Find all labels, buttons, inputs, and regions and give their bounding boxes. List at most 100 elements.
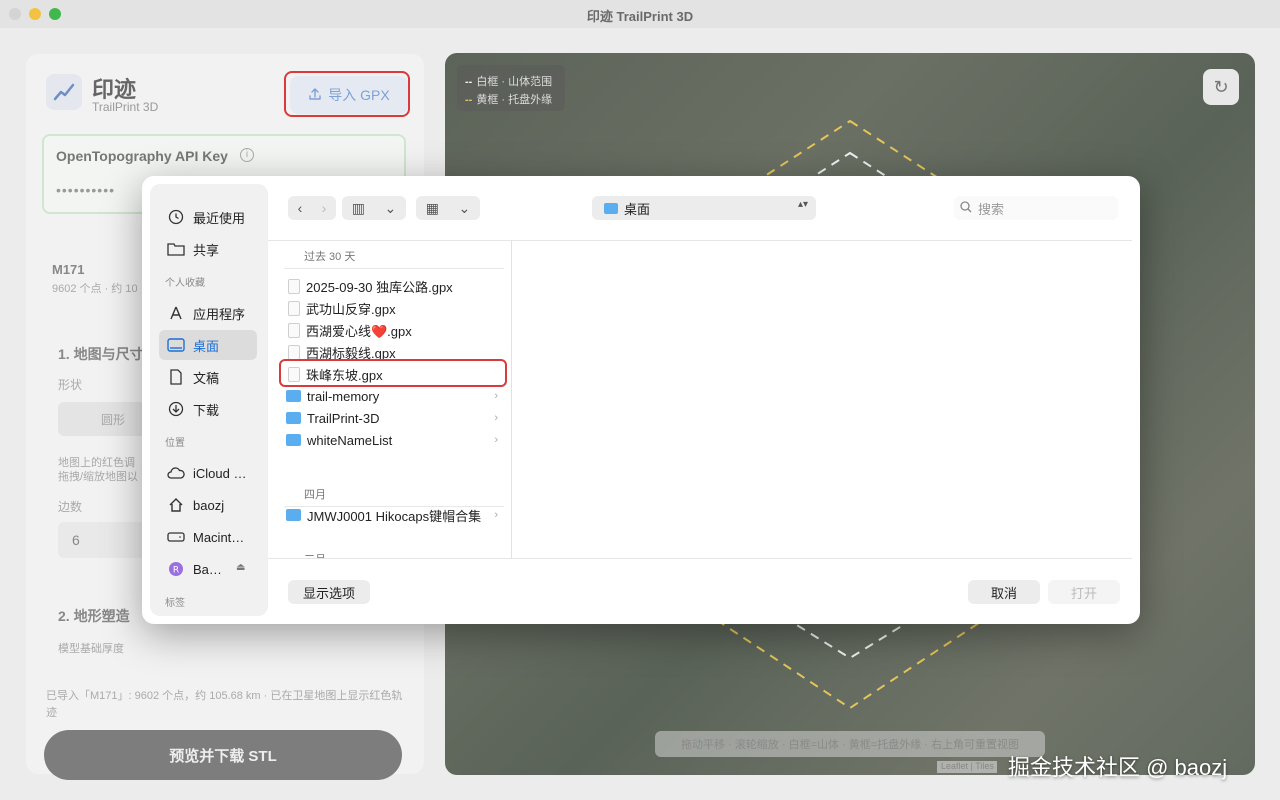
locations-header: 位置 bbox=[165, 438, 185, 449]
sidebar-item-label: 文稿 bbox=[193, 370, 220, 386]
api-key-title: OpenTopography API Key bbox=[56, 148, 228, 164]
sides-label: 边数 bbox=[58, 500, 83, 514]
home-icon bbox=[167, 496, 185, 514]
sidebar-item-label: Ba… bbox=[193, 561, 222, 577]
legend-white: -- 白框 · 山体范围 bbox=[465, 76, 553, 88]
track-info: 9602 个点 · 约 10 bbox=[52, 283, 138, 295]
file-highlight-box bbox=[279, 359, 507, 387]
reset-view-button[interactable]: ↻ bbox=[1203, 69, 1239, 105]
folder-name: trail-memory bbox=[307, 388, 380, 404]
map-legend: -- 白框 · 山体范围 -- 黄框 · 托盘外缘 bbox=[457, 65, 565, 111]
chevron-right-icon: › bbox=[494, 412, 498, 424]
folder-name: whiteNameList bbox=[307, 432, 393, 448]
sidebar-item-label: baozj bbox=[193, 497, 225, 513]
group-mode-button[interactable]: ▦ ⌄ bbox=[416, 196, 480, 220]
folder-icon bbox=[286, 434, 301, 446]
api-key-input[interactable]: •••••••••• bbox=[56, 182, 115, 198]
volume-icon: R bbox=[167, 560, 185, 578]
chevron-right-icon: › bbox=[494, 509, 498, 521]
hard-drive-icon bbox=[167, 528, 185, 546]
refresh-icon: ↻ bbox=[1213, 76, 1229, 97]
download-icon bbox=[167, 400, 185, 418]
map-attribution[interactable]: Leaflet | Tiles bbox=[937, 761, 997, 773]
import-status: 已导入「M171」: 9602 个点，约 105.68 km · 已在卫星地图上… bbox=[46, 690, 403, 719]
sidebar-item-home[interactable]: baozj bbox=[159, 490, 257, 520]
view-mode-button[interactable]: ▥ ⌄ bbox=[342, 196, 406, 220]
back-icon[interactable]: ‹ bbox=[298, 200, 303, 216]
chevron-down-icon: ⌄ bbox=[384, 199, 397, 216]
sidebar-item-disk[interactable]: Macint… bbox=[159, 522, 257, 552]
file-list-column: 过去 30 天 2025-09-30 独库公路.gpx 武功山反穿.gpx 西湖… bbox=[276, 240, 512, 558]
favorites-header: 个人收藏 bbox=[165, 278, 205, 289]
sidebar-item-downloads[interactable]: 下载 bbox=[159, 394, 257, 424]
location-popup[interactable]: 桌面 ▴▾ bbox=[592, 196, 816, 220]
document-icon bbox=[167, 368, 185, 386]
chevron-right-icon: › bbox=[494, 390, 498, 402]
dialog-sidebar: 最近使用 共享 个人收藏 应用程序 桌面 文稿 下载 位置 iCloud … b… bbox=[150, 184, 268, 616]
grid-icon: ▦ bbox=[425, 199, 439, 216]
group-header-april: 四月 bbox=[304, 489, 326, 501]
trail-logo-icon bbox=[46, 74, 82, 110]
apps-icon bbox=[167, 304, 185, 322]
brand-subtitle: TrailPrint 3D bbox=[92, 100, 159, 114]
file-name: 西湖爱心线❤️.gpx bbox=[306, 323, 412, 339]
forward-icon[interactable]: › bbox=[322, 200, 327, 216]
location-label: 桌面 bbox=[624, 201, 651, 217]
sidebar-item-label: 下载 bbox=[193, 402, 220, 418]
nav-buttons: ‹ › bbox=[288, 196, 336, 220]
gpx-file-icon bbox=[288, 344, 300, 360]
updown-chevron-icon: ▴▾ bbox=[797, 199, 808, 210]
file-row[interactable]: 2025-09-30 独库公路.gpx bbox=[284, 275, 502, 297]
section-map-size: 1. 地图与尺寸 bbox=[58, 346, 144, 362]
sidebar-item-documents[interactable]: 文稿 bbox=[159, 362, 257, 392]
clock-icon bbox=[167, 208, 185, 226]
folder-icon bbox=[286, 509, 301, 521]
legend-yellow: -- 黄框 · 托盘外缘 bbox=[465, 94, 553, 106]
show-options-button[interactable]: 显示选项 bbox=[288, 580, 370, 604]
sidebar-item-label: 应用程序 bbox=[193, 306, 246, 322]
sidebar-item-desktop[interactable]: 桌面 bbox=[159, 330, 257, 360]
folder-name: JMWJ0001 Hikocaps键帽合集 bbox=[307, 508, 482, 524]
sidebar-item-label: 共享 bbox=[193, 242, 220, 258]
file-name: 2025-09-30 独库公路.gpx bbox=[306, 279, 453, 295]
folder-row[interactable]: TrailPrint-3D › bbox=[284, 407, 502, 429]
base-thickness-label: 模型基础厚度 bbox=[58, 643, 124, 655]
group-header-recent: 过去 30 天 bbox=[304, 251, 356, 263]
window-title: 印迹 TrailPrint 3D bbox=[586, 9, 694, 24]
preview-download-stl-button[interactable]: 预览并下载 STL bbox=[44, 730, 402, 780]
folder-row[interactable]: whiteNameList › bbox=[284, 429, 502, 451]
sidebar-item-shared[interactable]: 共享 bbox=[159, 234, 257, 264]
group-header-more: 三月 bbox=[304, 551, 326, 558]
svg-text:R: R bbox=[173, 566, 179, 576]
sidebar-item-applications[interactable]: 应用程序 bbox=[159, 298, 257, 328]
search-placeholder: 搜索 bbox=[978, 201, 1005, 217]
cancel-button[interactable]: 取消 bbox=[968, 580, 1040, 604]
gpx-file-icon bbox=[288, 300, 300, 316]
file-row[interactable]: 西湖爱心线❤️.gpx bbox=[284, 319, 502, 341]
desktop-icon bbox=[167, 336, 185, 354]
shape-label: 形状 bbox=[58, 378, 83, 392]
info-icon[interactable]: i bbox=[240, 148, 254, 162]
folder-row[interactable]: trail-memory › bbox=[284, 385, 502, 407]
folder-icon bbox=[604, 202, 618, 214]
cloud-icon bbox=[167, 464, 185, 482]
sidebar-item-label: iCloud … bbox=[193, 465, 247, 481]
folder-name: TrailPrint-3D bbox=[307, 410, 380, 426]
file-row[interactable]: 武功山反穿.gpx bbox=[284, 297, 502, 319]
footer-divider bbox=[268, 558, 1132, 559]
map-usage-hint: 拖动平移 · 滚轮缩放 · 白框=山体 · 黄框=托盘外缘 · 右上角可重置视图 bbox=[655, 731, 1045, 757]
open-button[interactable]: 打开 bbox=[1048, 580, 1120, 604]
sidebar-item-label: 最近使用 bbox=[193, 210, 246, 226]
chevron-right-icon: › bbox=[494, 434, 498, 446]
section-terrain: 2. 地形塑造 bbox=[58, 608, 130, 624]
search-field[interactable]: 搜索 bbox=[954, 196, 1118, 220]
track-name: M171 bbox=[52, 262, 85, 277]
sidebar-item-label: Macint… bbox=[193, 529, 245, 545]
gpx-file-icon bbox=[288, 278, 300, 294]
sidebar-item-recent[interactable]: 最近使用 bbox=[159, 202, 257, 232]
folder-row[interactable]: JMWJ0001 Hikocaps键帽合集 › bbox=[284, 504, 502, 526]
eject-icon[interactable]: ⏏ bbox=[236, 562, 245, 573]
map-hint-text-2: 拖拽/缩放地图以 bbox=[58, 471, 139, 483]
sidebar-item-icloud[interactable]: iCloud … bbox=[159, 458, 257, 488]
folder-icon bbox=[286, 412, 301, 424]
